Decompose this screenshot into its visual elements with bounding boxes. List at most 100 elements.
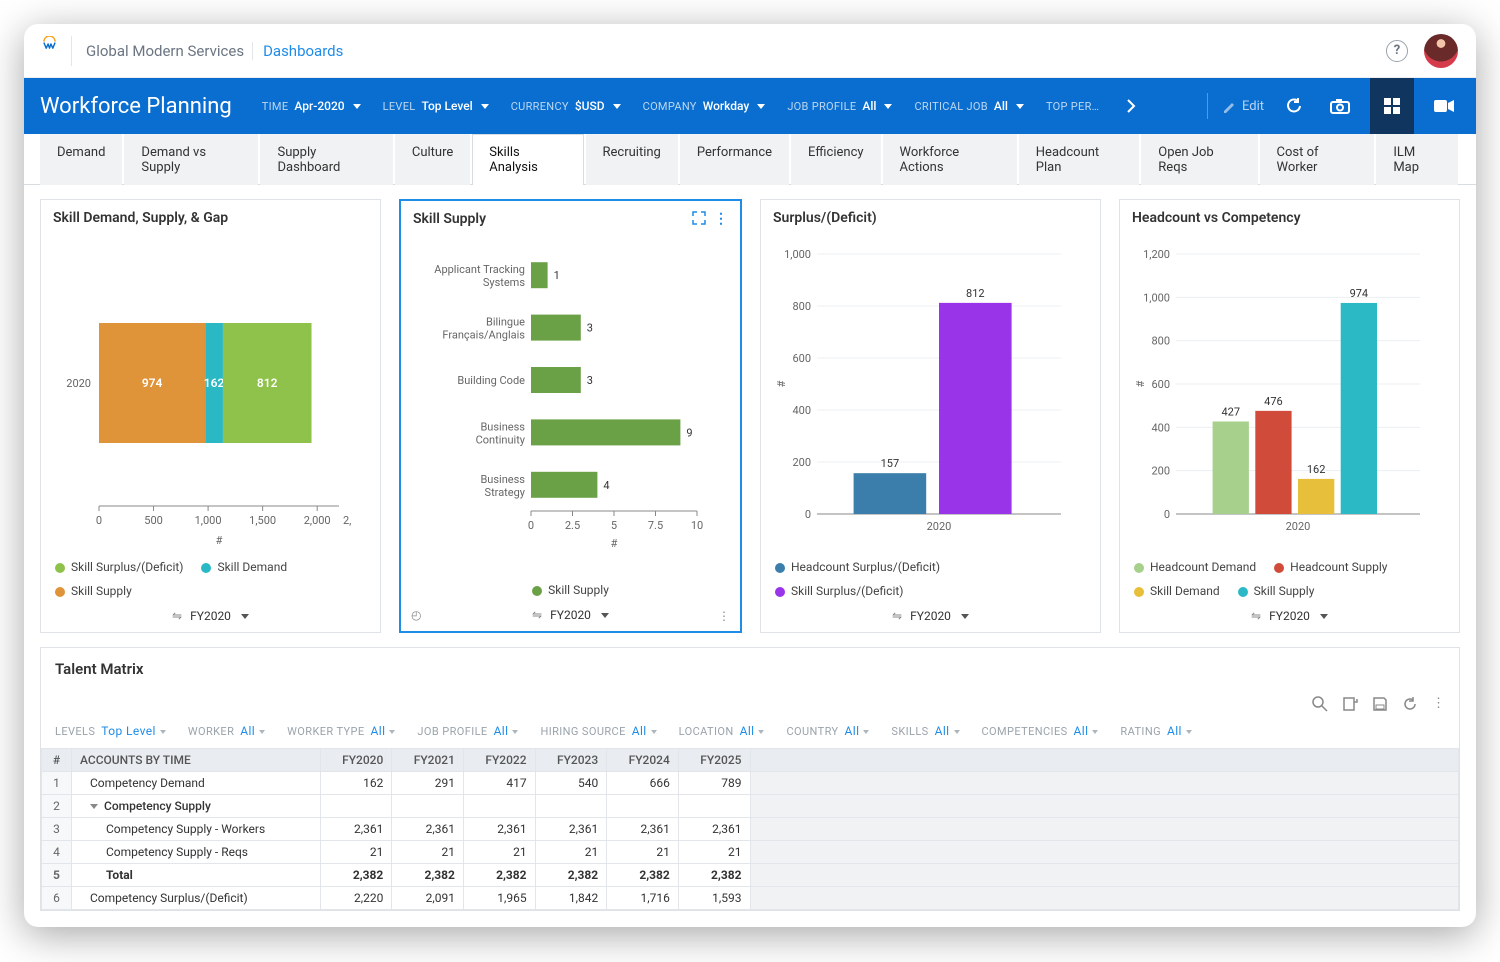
svg-text:Bilingue: Bilingue [486,316,525,329]
more-icon[interactable]: ⋮ [1432,696,1445,712]
chevron-down-icon [160,730,166,734]
card-headcount-vs-competency: Headcount vs Competency 02004006008001,0… [1119,199,1460,633]
tm-filter-hiring-source[interactable]: HIRING SOURCEAll [540,724,656,738]
filter-level[interactable]: LEVELTop Level [383,99,489,113]
table-row[interactable]: 4Competency Supply - Reqs212121212121 [42,841,1459,864]
svg-text:974: 974 [1350,287,1369,300]
filter-company[interactable]: COMPANYWorkday [643,99,766,113]
col-header[interactable]: FY2024 [607,749,679,772]
tm-filter-location[interactable]: LOCATIONAll [679,724,765,738]
help-icon[interactable]: ? [1386,40,1408,62]
svg-text:5: 5 [611,519,617,532]
refresh-icon[interactable] [1402,696,1418,712]
tab-supply-dashboard[interactable]: Supply Dashboard [260,134,392,185]
svg-text:400: 400 [1151,421,1170,434]
tab-culture[interactable]: Culture [395,134,470,185]
tab-efficiency[interactable]: Efficiency [791,134,880,185]
tab-performance[interactable]: Performance [680,134,789,185]
filter-job-profile[interactable]: JOB PROFILEAll [787,99,892,113]
more-icon[interactable]: ⋮ [714,211,728,227]
tm-filter-rating[interactable]: RATINGAll [1120,724,1191,738]
card-foot[interactable]: FY2020 [190,609,231,623]
col-header[interactable]: FY2022 [463,749,535,772]
tm-filter-competencies[interactable]: COMPETENCIESAll [982,724,1099,738]
scroll-filters-right-icon[interactable] [1121,96,1141,116]
camera-icon[interactable] [1324,90,1356,122]
card-foot[interactable]: FY2020 [550,608,591,622]
col-header[interactable]: FY2025 [678,749,750,772]
filter-top-per…[interactable]: TOP PER… [1046,100,1099,113]
card-skill-demand-supply-gap: Skill Demand, Supply, & Gap 05001,0001,5… [40,199,381,633]
col-header[interactable]: # [42,749,72,772]
tab-ilm-map[interactable]: ILM Map [1376,134,1458,185]
table-row[interactable]: 5Total2,3822,3822,3822,3822,3822,382 [42,864,1459,887]
col-header[interactable]: FY2021 [392,749,464,772]
svg-text:3: 3 [587,374,593,387]
tab-recruiting[interactable]: Recruiting [586,134,678,185]
chevron-down-icon[interactable] [241,614,249,619]
filter-time[interactable]: TIMEApr-2020 [262,99,361,113]
tab-open-job-reqs[interactable]: Open Job Reqs [1141,134,1257,185]
table-row[interactable]: 2Competency Supply [42,795,1459,818]
more-icon[interactable]: ⋮ [718,609,730,623]
chevron-down-icon [259,730,265,734]
table-row[interactable]: 3Competency Supply - Workers2,3612,3612,… [42,818,1459,841]
export-icon[interactable] [1342,696,1358,712]
svg-text:Building Code: Building Code [457,374,525,387]
svg-text:162: 162 [1307,463,1326,476]
grid-view-icon[interactable] [1370,78,1414,134]
refresh-icon[interactable] [1278,90,1310,122]
col-header[interactable]: FY2020 [320,749,392,772]
edit-button[interactable]: Edit [1222,99,1264,114]
svg-text:0: 0 [96,514,102,527]
chevron-down-icon[interactable] [601,613,609,618]
svg-text:476: 476 [1264,395,1283,408]
tm-filter-country[interactable]: COUNTRYAll [786,724,869,738]
video-icon[interactable] [1428,90,1460,122]
table-row[interactable]: 6Competency Surplus/(Deficit)2,2202,0911… [42,887,1459,910]
chevron-down-icon[interactable] [961,614,969,619]
search-icon[interactable] [1312,696,1328,712]
legend-item: Skill Supply [55,584,132,598]
collapse-icon[interactable] [90,804,98,809]
tm-filter-job-profile[interactable]: JOB PROFILEAll [417,724,518,738]
tm-filter-skills[interactable]: SKILLSAll [891,724,959,738]
card-foot[interactable]: FY2020 [910,609,951,623]
tab-cost-of-worker[interactable]: Cost of Worker [1260,134,1375,185]
user-avatar[interactable] [1424,34,1458,68]
chevron-down-icon [884,104,892,109]
svg-text:200: 200 [792,456,811,469]
topbar: Global Modern Services Dashboards ? [24,24,1476,78]
svg-text:2020: 2020 [927,520,952,533]
svg-text:Applicant Tracking: Applicant Tracking [434,263,525,276]
filter-critical-job[interactable]: CRITICAL JOBAll [914,99,1024,113]
tab-demand[interactable]: Demand [40,134,122,185]
svg-text:1,000: 1,000 [784,248,811,261]
tab-demand-vs-supply[interactable]: Demand vs Supply [124,134,258,185]
chevron-down-icon [757,104,765,109]
chevron-down-icon[interactable] [1320,614,1328,619]
expand-icon[interactable] [692,211,706,227]
tab-skills-analysis[interactable]: Skills Analysis [472,134,583,185]
legend-item: Skill Supply [1238,584,1315,598]
svg-text:812: 812 [966,287,985,300]
dashboards-link[interactable]: Dashboards [252,42,343,60]
tm-filter-worker-type[interactable]: WORKER TYPEAll [287,724,395,738]
col-header[interactable]: ACCOUNTS BY TIME [72,749,321,772]
tab-headcount-plan[interactable]: Headcount Plan [1019,134,1140,185]
tm-filter-worker[interactable]: WORKERAll [188,724,265,738]
svg-text:10: 10 [691,519,703,532]
svg-text:#: # [1134,380,1147,387]
save-icon[interactable] [1372,696,1388,712]
svg-text:200: 200 [1151,465,1170,478]
svg-text:3: 3 [587,322,593,335]
legend-item: Skill Demand [201,560,287,574]
svg-text:1,500: 1,500 [249,514,276,527]
table-row[interactable]: 1Competency Demand162291417540666789 [42,772,1459,795]
filter-currency[interactable]: CURRENCY$USD [511,99,621,113]
tm-filter-levels[interactable]: LEVELSTop Level [55,724,166,738]
clock-icon: ◴ [411,608,421,622]
tab-workforce-actions[interactable]: Workforce Actions [883,134,1017,185]
card-foot[interactable]: FY2020 [1269,609,1310,623]
col-header[interactable]: FY2023 [535,749,607,772]
